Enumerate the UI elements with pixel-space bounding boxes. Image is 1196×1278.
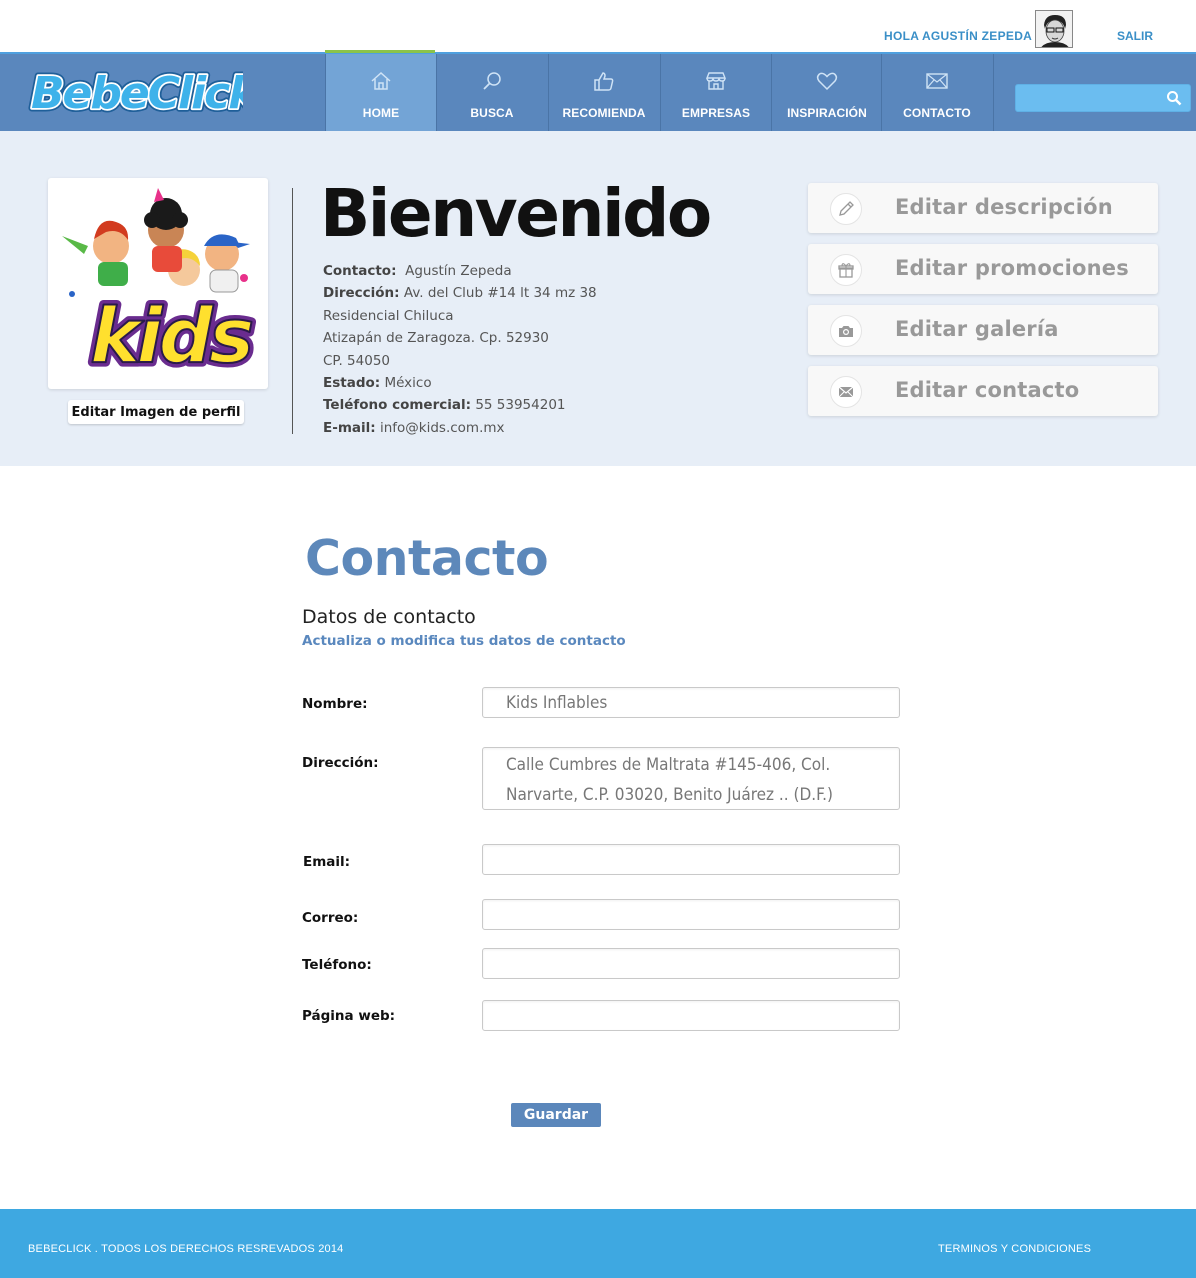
contact-title: Contacto [305, 530, 549, 587]
thumbs-up-icon [594, 72, 614, 91]
store-icon [705, 72, 727, 90]
web-field[interactable] [482, 1000, 900, 1031]
phone-label: Teléfono comercial: [323, 397, 472, 414]
address-line-1: Av. del Club #14 lt 34 mz 38 [403, 285, 597, 302]
save-button[interactable]: Guardar [511, 1103, 601, 1127]
home-icon [371, 71, 391, 90]
nav-item-contacto[interactable]: CONTACTO [881, 54, 992, 131]
welcome-heading: Bienvenido [320, 175, 712, 252]
main-nav: BebeClick BebeClick BebeClick HOME BUSCA… [0, 52, 1196, 131]
nav-label: CONTACTO [903, 106, 971, 120]
kids-logo-image: kids kids [54, 184, 262, 383]
mail-field[interactable] [482, 899, 900, 930]
edit-description-button[interactable]: Editar descripción [808, 183, 1158, 233]
avatar[interactable] [1035, 10, 1073, 48]
user-portrait-icon [1036, 11, 1072, 47]
nav-label: HOME [362, 106, 400, 120]
address-field-label: Dirección: [302, 755, 379, 771]
email-value: info@kids.com.mx [379, 419, 505, 436]
email-label: E-mail: [323, 419, 376, 436]
copyright-text: BEBECLICK . TODOS LOS DERECHOS RESREVADO… [28, 1243, 344, 1255]
state-row: Estado: México [323, 372, 597, 394]
gift-icon [830, 254, 862, 286]
email-field-label: Email: [303, 854, 351, 870]
svg-text:BebeClick: BebeClick [31, 68, 243, 119]
edit-gallery-label: Editar galería [895, 317, 1059, 341]
pencil-icon [830, 193, 862, 225]
edit-profile-image-button[interactable]: Editar Imagen de perfil [68, 400, 244, 424]
bebeclick-logo[interactable]: BebeClick BebeClick BebeClick [28, 64, 266, 123]
address-label: Dirección: [323, 285, 400, 302]
mail-field-label: Correo: [302, 910, 359, 926]
nav-item-recomienda[interactable]: RECOMIENDA [548, 54, 659, 131]
address-line-3: Atizapán de Zaragoza. Cp. 52930 [323, 330, 549, 347]
camera-icon [830, 315, 862, 347]
nav-item-empresas[interactable]: EMPRESAS [660, 54, 771, 131]
phone-row: Teléfono comercial: 55 53954201 [323, 394, 597, 416]
active-indicator [325, 50, 435, 53]
email-row: E-mail: info@kids.com.mx [323, 417, 597, 439]
contact-row: Contacto: Agustín Zepeda [323, 260, 597, 282]
phone-value: 55 53954201 [475, 397, 566, 414]
profile-info: Contacto: Agustín Zepeda Dirección: Av. … [323, 260, 597, 439]
nav-item-busca[interactable]: BUSCA [436, 54, 547, 131]
top-bar: HOLA AGUSTÍN ZEPEDA SALIR [0, 0, 1196, 52]
svg-text:kids: kids [90, 291, 252, 380]
page: HOLA AGUSTÍN ZEPEDA SALIR BebeClick Bebe… [0, 0, 1196, 1278]
edit-promotions-button[interactable]: Editar promociones [808, 244, 1158, 294]
contact-subtitle: Datos de contacto [302, 606, 476, 628]
edit-contact-label: Editar contacto [895, 378, 1080, 402]
envelope-icon [926, 73, 948, 89]
edit-promotions-label: Editar promociones [895, 256, 1129, 280]
nav-label: RECOMIENDA [562, 106, 646, 120]
phone-field-label: Teléfono: [302, 957, 372, 973]
email-field[interactable] [482, 844, 900, 875]
name-label: Nombre: [302, 696, 368, 712]
state-value: México [384, 375, 432, 392]
state-label: Estado: [323, 375, 381, 392]
name-field[interactable] [482, 687, 900, 718]
profile-section: kids kids Editar Imagen de perfil Bienve… [0, 131, 1196, 466]
search-input[interactable] [1016, 85, 1156, 111]
contact-label: Contacto: [323, 263, 397, 279]
logout-link[interactable]: SALIR [1117, 29, 1153, 43]
nav-label: BUSCA [470, 106, 514, 120]
address-line-4: CP. 54050 [323, 352, 390, 369]
web-field-label: Página web: [302, 1008, 396, 1024]
nav-label: INSPIRACIÓN [787, 106, 867, 120]
search-icon[interactable] [1166, 90, 1182, 106]
contact-value: Agustín Zepeda [405, 263, 512, 279]
edit-description-label: Editar descripción [895, 195, 1113, 219]
vertical-divider [292, 188, 293, 434]
contact-description: Actualiza o modifica tus datos de contac… [302, 633, 626, 649]
magnifier-icon [483, 72, 501, 90]
address-row: Dirección: Av. del Club #14 lt 34 mz 38 [323, 282, 597, 304]
terms-link[interactable]: TERMINOS Y CONDICIONES [938, 1243, 1091, 1255]
address-line-2: Residencial Chiluca [323, 307, 454, 324]
address-field[interactable]: Calle Cumbres de Maltrata #145-406, Col.… [482, 747, 900, 810]
envelope-icon [830, 376, 862, 408]
nav-divider [993, 54, 994, 131]
phone-field[interactable] [482, 948, 900, 979]
profile-image-card: kids kids [48, 178, 268, 389]
user-greeting: HOLA AGUSTÍN ZEPEDA [884, 29, 1033, 43]
footer: BEBECLICK . TODOS LOS DERECHOS RESREVADO… [0, 1209, 1196, 1278]
heart-icon [816, 72, 838, 91]
nav-label: EMPRESAS [681, 106, 751, 120]
search-box [1015, 84, 1191, 112]
edit-gallery-button[interactable]: Editar galería [808, 305, 1158, 355]
nav-item-home[interactable]: HOME [325, 54, 436, 131]
logo-wordmark-icon: BebeClick BebeClick BebeClick [28, 65, 266, 123]
nav-item-inspiracion[interactable]: INSPIRACIÓN [771, 54, 882, 131]
edit-contact-button[interactable]: Editar contacto [808, 366, 1158, 416]
